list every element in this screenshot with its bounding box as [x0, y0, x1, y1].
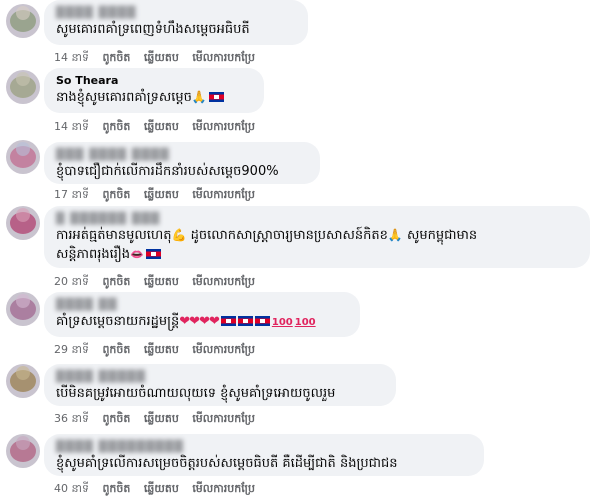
comment-time[interactable]: 14 នាទី	[54, 120, 89, 133]
hundred-icon: 100	[271, 317, 293, 328]
comment-text-content: នាងខ្ញុំសូមគោរពគាំទ្រសម្តេច	[56, 90, 192, 105]
comment-actions: 29 នាទី ពូកចិត ឆ្លើយតប មើលការបកប្រែ	[54, 343, 265, 357]
commenter-name[interactable]: ████ ████	[56, 6, 296, 20]
like-button[interactable]: ពូកចិត	[102, 188, 130, 201]
comment-time[interactable]: 17 នាទី	[54, 188, 89, 201]
see-translation-button[interactable]: មើលការបកប្រែ	[192, 275, 255, 288]
commenter-name[interactable]: ████ █████████	[56, 440, 472, 454]
comment-bubble: ████ █████████ ខ្ញុំសូមគាំទ្រលើការសម្រេច…	[44, 434, 484, 476]
comment-bubble: ████ █████ បើមិនគម្រូវអោយចំណាយលុយទេ ខ្ញុ…	[44, 364, 396, 406]
comment-actions: 40 នាទី ពូកចិត ឆ្លើយតប មើលការបកប្រែ	[54, 482, 265, 496]
like-button[interactable]: ពូកចិត	[102, 275, 130, 288]
like-button[interactable]: ពូកចិត	[102, 120, 130, 133]
see-translation-button[interactable]: មើលការបកប្រែ	[192, 120, 255, 133]
comment-time[interactable]: 29 នាទី	[54, 343, 89, 356]
comment-text: ខ្ញុំបាទជឿជាក់លើការដឹកនាំរបស់សម្តេច900%	[56, 164, 279, 179]
like-button[interactable]: ពូកចិត	[102, 482, 130, 495]
comment-bubble: ████ ████ សូមគោរពគាំទ្រពេញទំហឹងសម្តេចអធិ…	[44, 0, 308, 45]
comment-text-part: សន្តិភាពរុងរឿង	[56, 247, 131, 262]
reply-button[interactable]: ឆ្លើយតប	[144, 188, 179, 201]
comment-text-part: ដូចលោកសាស្ត្រាចារ្យមានប្រសាសន៍កិតខ	[190, 228, 388, 243]
reply-button[interactable]: ឆ្លើយតប	[144, 412, 179, 425]
comment-text: ខ្ញុំសូមគាំទ្រលើការសម្រេចចិត្តរបស់សម្តេច…	[56, 456, 398, 471]
avatar[interactable]	[6, 434, 40, 468]
comment-actions: 20 នាទី ពូកចិត ឆ្លើយតប មើលការបកប្រែ	[54, 275, 265, 289]
comment-bubble: ███ ████ ████ ខ្ញុំបាទជឿជាក់លើការដឹកនាំរ…	[44, 142, 320, 184]
comment-bubble: So Theara នាងខ្ញុំសូមគោរពគាំទ្រសម្តេច🙏	[44, 68, 264, 113]
comment-text-part: គាំទ្រសម្តេចនាយករដ្ឋមន្ត្រី	[56, 314, 180, 329]
commenter-name[interactable]: ████ ██	[56, 298, 348, 312]
comment-text: បើមិនគម្រូវអោយចំណាយលុយទេ ខ្ញុំសូមគាំទ្រអ…	[56, 386, 336, 401]
commenter-name[interactable]: █ ██████ ███	[56, 212, 578, 226]
comment-time[interactable]: 14 នាទី	[54, 51, 89, 64]
pray-icon: 🙏	[191, 90, 207, 104]
comment-actions: 36 នាទី ពូកចិត ឆ្លើយតប មើលការបកប្រែ	[54, 412, 265, 426]
commenter-name[interactable]: ███ ████ ████	[56, 148, 308, 162]
flag-icon	[145, 249, 161, 259]
comment-time[interactable]: 36 នាទី	[54, 412, 89, 425]
comment-text: គាំទ្រសម្តេចនាយករដ្ឋមន្ត្រី❤❤❤❤ 100 100	[56, 312, 348, 332]
comment-bubble: ████ ██ គាំទ្រសម្តេចនាយករដ្ឋមន្ត្រី❤❤❤❤ 1…	[44, 292, 360, 337]
like-button[interactable]: ពូកចិត	[102, 343, 130, 356]
comment-text-line-1: ការអត់ធ្មត់មានមូលហេតុ💪 ដូចលោកសាស្ត្រាចារ…	[56, 226, 578, 245]
see-translation-button[interactable]: មើលការបកប្រែ	[192, 412, 255, 425]
reply-button[interactable]: ឆ្លើយតប	[144, 51, 179, 64]
lips-icon: 👄	[130, 248, 144, 261]
flag-icon	[254, 316, 270, 326]
pray-icon: 🙏	[387, 228, 403, 242]
flag-icon	[237, 316, 253, 326]
heart-icon: ❤❤❤❤	[179, 314, 220, 329]
hundred-icon: 100	[294, 317, 316, 328]
see-translation-button[interactable]: មើលការបកប្រែ	[192, 482, 255, 495]
commenter-name[interactable]: So Theara	[56, 74, 252, 88]
avatar[interactable]	[6, 206, 40, 240]
comment-text-part: សូមកម្ពុជាមាន	[407, 228, 478, 243]
flex-icon: 💪	[171, 228, 187, 242]
comment-text-part: ការអត់ធ្មត់មានមូលហេតុ	[56, 228, 172, 243]
flag-icon	[220, 316, 236, 326]
reply-button[interactable]: ឆ្លើយតប	[144, 343, 179, 356]
like-button[interactable]: ពូកចិត	[102, 412, 130, 425]
avatar[interactable]	[6, 4, 40, 38]
comment-text-line-2: សន្តិភាពរុងរឿង👄	[56, 245, 578, 264]
commenter-name[interactable]: ████ █████	[56, 370, 384, 384]
see-translation-button[interactable]: មើលការបកប្រែ	[192, 343, 255, 356]
comment-time[interactable]: 40 នាទី	[54, 482, 89, 495]
comment-time[interactable]: 20 នាទី	[54, 275, 89, 288]
avatar[interactable]	[6, 364, 40, 398]
avatar[interactable]	[6, 292, 40, 326]
comment-actions: 14 នាទី ពូកចិត ឆ្លើយតប មើលការបកប្រែ	[54, 51, 265, 65]
comment-actions: 17 នាទី ពូកចិត ឆ្លើយតប មើលការបកប្រែ	[54, 188, 265, 202]
reply-button[interactable]: ឆ្លើយតប	[144, 275, 179, 288]
reply-button[interactable]: ឆ្លើយតប	[144, 120, 179, 133]
see-translation-button[interactable]: មើលការបកប្រែ	[192, 51, 255, 64]
flag-icon	[208, 92, 224, 102]
comment-bubble: █ ██████ ███ ការអត់ធ្មត់មានមូលហេតុ💪 ដូចល…	[44, 206, 590, 268]
reply-button[interactable]: ឆ្លើយតប	[144, 482, 179, 495]
comment-actions: 14 នាទី ពូកចិត ឆ្លើយតប មើលការបកប្រែ	[54, 120, 265, 134]
avatar[interactable]	[6, 70, 40, 104]
like-button[interactable]: ពូកចិត	[102, 51, 130, 64]
comment-text: សូមគោរពគាំទ្រពេញទំហឹងសម្តេចអធិបតី	[56, 22, 250, 37]
see-translation-button[interactable]: មើលការបកប្រែ	[192, 188, 255, 201]
comment-text: នាងខ្ញុំសូមគោរពគាំទ្រសម្តេច🙏	[56, 88, 252, 107]
avatar[interactable]	[6, 140, 40, 174]
